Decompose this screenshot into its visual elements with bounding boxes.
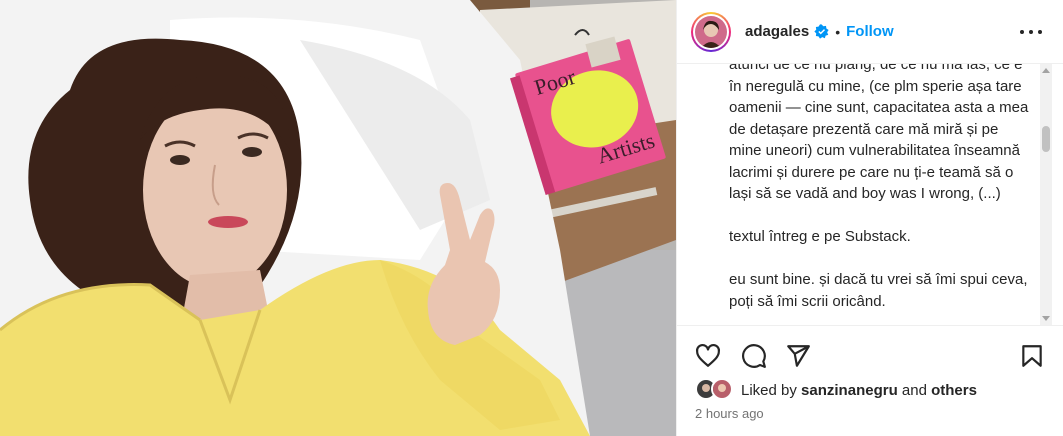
liked-by-prefix: Liked by [741, 381, 797, 399]
avatar[interactable] [691, 11, 731, 52]
post-actions: Liked by sanzinanegru and others 2 hours… [677, 325, 1063, 436]
caption-scroll-area[interactable]: atunci de ce nu plâng, de ce nu mă las, … [677, 64, 1063, 325]
likes-summary: Liked by sanzinanegru and others [695, 378, 977, 402]
caption-paragraph: eu sunt bine. și dacă tu vrei să îmi spu… [729, 271, 1028, 310]
scroll-down-arrow-icon[interactable] [1042, 316, 1050, 321]
photo-canvas: Poor Artists [0, 0, 676, 436]
more-options-icon[interactable] [1020, 22, 1042, 42]
caption-paragraph: atunci de ce nu plâng, de ce nu mă las, … [729, 64, 1029, 202]
username-link[interactable]: adagales [745, 23, 809, 40]
liked-by-others-link[interactable]: others [931, 382, 977, 399]
heart-icon[interactable] [695, 343, 721, 369]
caption-paragraph: textul întreg e pe Substack. [729, 228, 911, 245]
post-caption: atunci de ce nu plâng, de ce nu mă las, … [729, 64, 1029, 325]
follow-button[interactable]: Follow [846, 23, 894, 40]
verified-badge-icon [814, 24, 829, 39]
header-separator: • [835, 23, 841, 40]
bookmark-icon[interactable] [1019, 343, 1045, 369]
liked-by-connector: and [901, 381, 927, 399]
post-timestamp[interactable]: 2 hours ago [695, 406, 764, 421]
post-header: adagales • Follow [677, 0, 1063, 64]
liked-by-avatars[interactable] [695, 378, 735, 402]
comment-icon[interactable] [741, 343, 767, 369]
post-details-panel: adagales • Follow atunci de ce nu plâng,… [676, 0, 1063, 436]
caption-scrollbar[interactable] [1040, 64, 1052, 325]
avatar [711, 378, 733, 400]
share-icon[interactable] [785, 343, 811, 369]
post-photo[interactable]: Poor Artists [0, 0, 676, 436]
scrollbar-thumb[interactable] [1042, 126, 1050, 152]
liked-by-user-link[interactable]: sanzinanegru [801, 382, 898, 399]
scroll-up-arrow-icon[interactable] [1042, 68, 1050, 73]
